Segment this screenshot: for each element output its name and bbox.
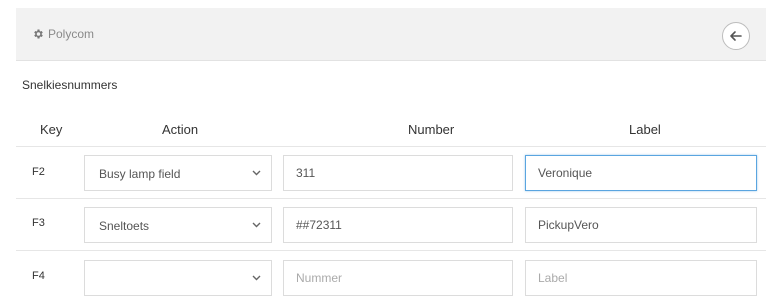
label-field-f2[interactable] xyxy=(525,155,757,191)
row-divider xyxy=(16,198,766,199)
action-select-f3[interactable]: Sneltoets xyxy=(84,207,272,243)
action-select-f2[interactable]: Busy lamp field xyxy=(84,155,272,191)
number-field-f3[interactable] xyxy=(283,207,513,243)
action-select-value: Busy lamp field xyxy=(99,167,181,181)
panel-header: Polycom xyxy=(16,8,766,61)
column-header-key: Key xyxy=(40,122,63,137)
action-select-value: Sneltoets xyxy=(99,219,150,233)
polycom-panel: Polycom Snelkiesnummers Key Action Numbe… xyxy=(16,8,766,301)
column-header-action: Action xyxy=(162,122,199,137)
column-header-number: Number xyxy=(408,122,455,137)
row-key-f3: F3 xyxy=(32,217,45,229)
chevron-down-icon xyxy=(252,222,261,228)
number-field-f2[interactable] xyxy=(283,155,513,191)
column-header-label: Label xyxy=(629,122,661,137)
gear-icon xyxy=(34,29,43,39)
section-title: Snelkiesnummers xyxy=(22,78,118,92)
row-key-f4: F4 xyxy=(32,270,45,282)
back-button[interactable] xyxy=(722,22,750,50)
chevron-down-icon xyxy=(252,170,261,176)
header-divider xyxy=(16,146,766,147)
label-field-f3[interactable] xyxy=(525,207,757,243)
chevron-down-icon xyxy=(252,275,261,281)
row-key-f2: F2 xyxy=(32,166,45,178)
number-field-f4[interactable] xyxy=(283,260,513,296)
row-divider xyxy=(16,250,766,251)
action-select-f4[interactable] xyxy=(84,260,272,296)
app-title: Polycom xyxy=(48,27,95,41)
arrow-left-icon xyxy=(730,31,742,41)
label-field-f4[interactable] xyxy=(525,260,757,296)
